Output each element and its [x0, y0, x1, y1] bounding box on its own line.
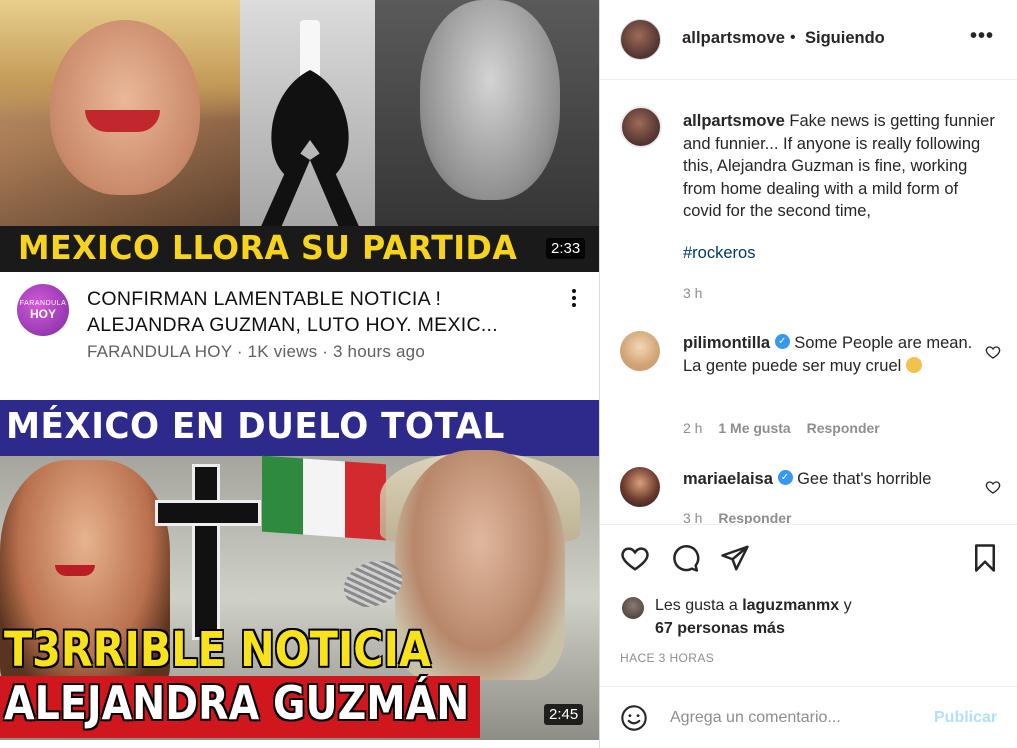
post-actions: Les gusta a laguzmanmx y 67 personas más…	[600, 524, 1017, 686]
post-panel: allpartsmove • Siguiendo ••• allpartsmov…	[599, 0, 1017, 748]
likes-conj: y	[843, 597, 852, 614]
publish-button[interactable]: Publicar	[934, 709, 997, 727]
italian-flag-icon	[262, 455, 386, 541]
post-timestamp[interactable]: HACE 3 HORAS	[620, 651, 714, 665]
thumbnail-banner: MEXICO LLORA SU PARTIDA	[0, 226, 599, 272]
video-title-line-1: CONFIRMAN LAMENTABLE NOTICIA !	[87, 288, 442, 310]
channel-avatar-label-top: FARANDULA	[19, 299, 67, 307]
thumbnail-headline-1: T3RRIBLE NOTICIA	[4, 622, 431, 678]
cross-icon	[192, 464, 220, 640]
video-subtitle: FARANDULA HOY · 1K views · 3 hours ago	[87, 342, 425, 361]
post-header: allpartsmove • Siguiendo •••	[600, 0, 1017, 80]
author-username[interactable]: allpartsmove	[682, 29, 785, 48]
comment-username-1[interactable]: pilimontilla	[683, 334, 770, 352]
caption-avatar[interactable]	[620, 106, 662, 148]
author-avatar[interactable]	[620, 19, 661, 60]
verified-badge-icon: ✓	[774, 334, 790, 350]
comment-bubble-icon[interactable]	[670, 543, 700, 573]
comment-username-2[interactable]: mariaelaisa	[683, 470, 773, 488]
comment-1: pilimontilla ✓ Some People are mean. La …	[683, 332, 983, 377]
comment-meta-2: 3 h Responder	[683, 510, 791, 524]
video-thumbnail-1[interactable]: MEXICO LLORA SU PARTIDA 2:33	[0, 0, 599, 272]
video-thumbnail-2[interactable]: MÉXICO EN DUELO TOTAL T3RRIBLE NOTICIA A…	[0, 400, 599, 740]
caption-username[interactable]: allpartsmove	[683, 112, 785, 130]
more-options-icon[interactable]: •••	[970, 25, 994, 48]
follow-status-button[interactable]: Siguiendo	[805, 29, 885, 48]
verified-badge-icon: ✓	[777, 470, 793, 486]
video-feed: MEXICO LLORA SU PARTIDA 2:33 FARANDULA H…	[0, 0, 599, 748]
comments-list[interactable]: allpartsmove Fake news is getting funnie…	[600, 80, 1017, 524]
video-title[interactable]: CONFIRMAN LAMENTABLE NOTICIA ! ALEJANDRA…	[87, 286, 542, 338]
comment-avatar-2[interactable]	[620, 467, 660, 507]
thumbnail-top-banner: MÉXICO EN DUELO TOTAL	[0, 400, 599, 456]
likes-prefix: Les gusta a	[655, 597, 738, 614]
like-comment-heart-icon[interactable]	[985, 479, 1001, 495]
comment-meta-1: 2 h 1 Me gusta Responder	[683, 420, 880, 436]
caption: allpartsmove Fake news is getting funnie…	[683, 110, 998, 223]
save-bookmark-icon[interactable]	[970, 543, 1000, 573]
channel-avatar[interactable]: FARANDULA HOY	[17, 284, 69, 336]
share-send-icon[interactable]	[720, 543, 750, 573]
like-heart-icon[interactable]	[620, 543, 650, 573]
likes-user[interactable]: laguzmanmx	[742, 597, 839, 614]
separator-dot: •	[790, 29, 796, 46]
liker-avatar[interactable]	[622, 597, 644, 619]
video-more-icon[interactable]	[566, 288, 582, 308]
pleading-face-emoji-icon	[905, 357, 922, 374]
like-comment-heart-icon[interactable]	[985, 344, 1001, 360]
comment-reply-2[interactable]: Responder	[718, 510, 791, 524]
comment-reply-1[interactable]: Responder	[807, 420, 880, 436]
likes-others[interactable]: 67 personas más	[655, 620, 785, 637]
thumbnail-headline-2: ALEJANDRA GUZMÁN	[4, 676, 470, 730]
comment-text-2: Gee that's horrible	[797, 470, 932, 488]
channel-avatar-label-bottom: HOY	[29, 306, 56, 321]
add-comment-bar: Agrega un comentario... Publicar	[600, 686, 1017, 748]
comment-input[interactable]: Agrega un comentario...	[670, 709, 841, 727]
comment-2: mariaelaisa ✓ Gee that's horrible	[683, 468, 983, 491]
hashtag-link[interactable]: #rockeros	[683, 244, 755, 263]
caption-timestamp[interactable]: 3 h	[683, 285, 702, 301]
video-duration-badge-2: 2:45	[544, 704, 584, 725]
likes-summary: Les gusta a laguzmanmx y 67 personas más	[655, 595, 955, 640]
comment-avatar-1[interactable]	[620, 331, 660, 371]
thumbnail-banner-text: MEXICO LLORA SU PARTIDA	[18, 228, 518, 267]
thumbnail-top-banner-text: MÉXICO EN DUELO TOTAL	[6, 406, 505, 447]
video-meta-1: FARANDULA HOY CONFIRMAN LAMENTABLE NOTIC…	[0, 272, 599, 400]
comment-likes-1[interactable]: 1 Me gusta	[718, 420, 790, 436]
emoji-smiley-icon[interactable]	[620, 704, 648, 732]
video-title-line-2: ALEJANDRA GUZMAN, LUTO HOY. MEXIC...	[87, 314, 498, 336]
video-duration-badge: 2:33	[546, 238, 586, 259]
comment-time-1[interactable]: 2 h	[683, 420, 702, 436]
comment-time-2[interactable]: 3 h	[683, 510, 702, 524]
